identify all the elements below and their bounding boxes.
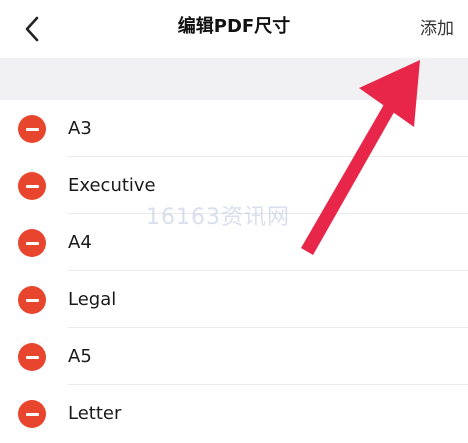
minus-circle-icon bbox=[25, 127, 39, 131]
paper-size-label: Legal bbox=[68, 289, 117, 310]
navigation-bar: 编辑PDF尺寸 添加 bbox=[0, 0, 468, 58]
list-item-a4: A4 bbox=[0, 214, 468, 271]
minus-circle-icon bbox=[25, 412, 39, 416]
list-item-a5: A5 bbox=[0, 328, 468, 385]
delete-a3-button[interactable] bbox=[18, 115, 46, 143]
minus-circle-icon bbox=[25, 184, 39, 188]
add-button[interactable]: 添加 bbox=[420, 16, 454, 42]
paper-size-label: A5 bbox=[68, 346, 92, 367]
delete-a5-button[interactable] bbox=[18, 343, 46, 371]
paper-size-label: A4 bbox=[68, 232, 92, 253]
paper-size-list: A3 Executive A4 Legal A5 Letter bbox=[0, 100, 468, 442]
minus-circle-icon bbox=[25, 298, 39, 302]
page-title: 编辑PDF尺寸 bbox=[177, 16, 291, 37]
list-item-letter: Letter bbox=[0, 385, 468, 442]
delete-legal-button[interactable] bbox=[18, 286, 46, 314]
list-item-legal: Legal bbox=[0, 271, 468, 328]
delete-letter-button[interactable] bbox=[18, 400, 46, 428]
delete-a4-button[interactable] bbox=[18, 229, 46, 257]
list-item-executive: Executive bbox=[0, 157, 468, 214]
minus-circle-icon bbox=[25, 355, 39, 359]
list-item-a3: A3 bbox=[0, 100, 468, 157]
paper-size-label: Executive bbox=[68, 175, 156, 196]
minus-circle-icon bbox=[25, 241, 39, 245]
paper-size-label: A3 bbox=[68, 118, 92, 139]
section-spacer bbox=[0, 58, 468, 100]
delete-executive-button[interactable] bbox=[18, 172, 46, 200]
paper-size-label: Letter bbox=[68, 403, 122, 424]
